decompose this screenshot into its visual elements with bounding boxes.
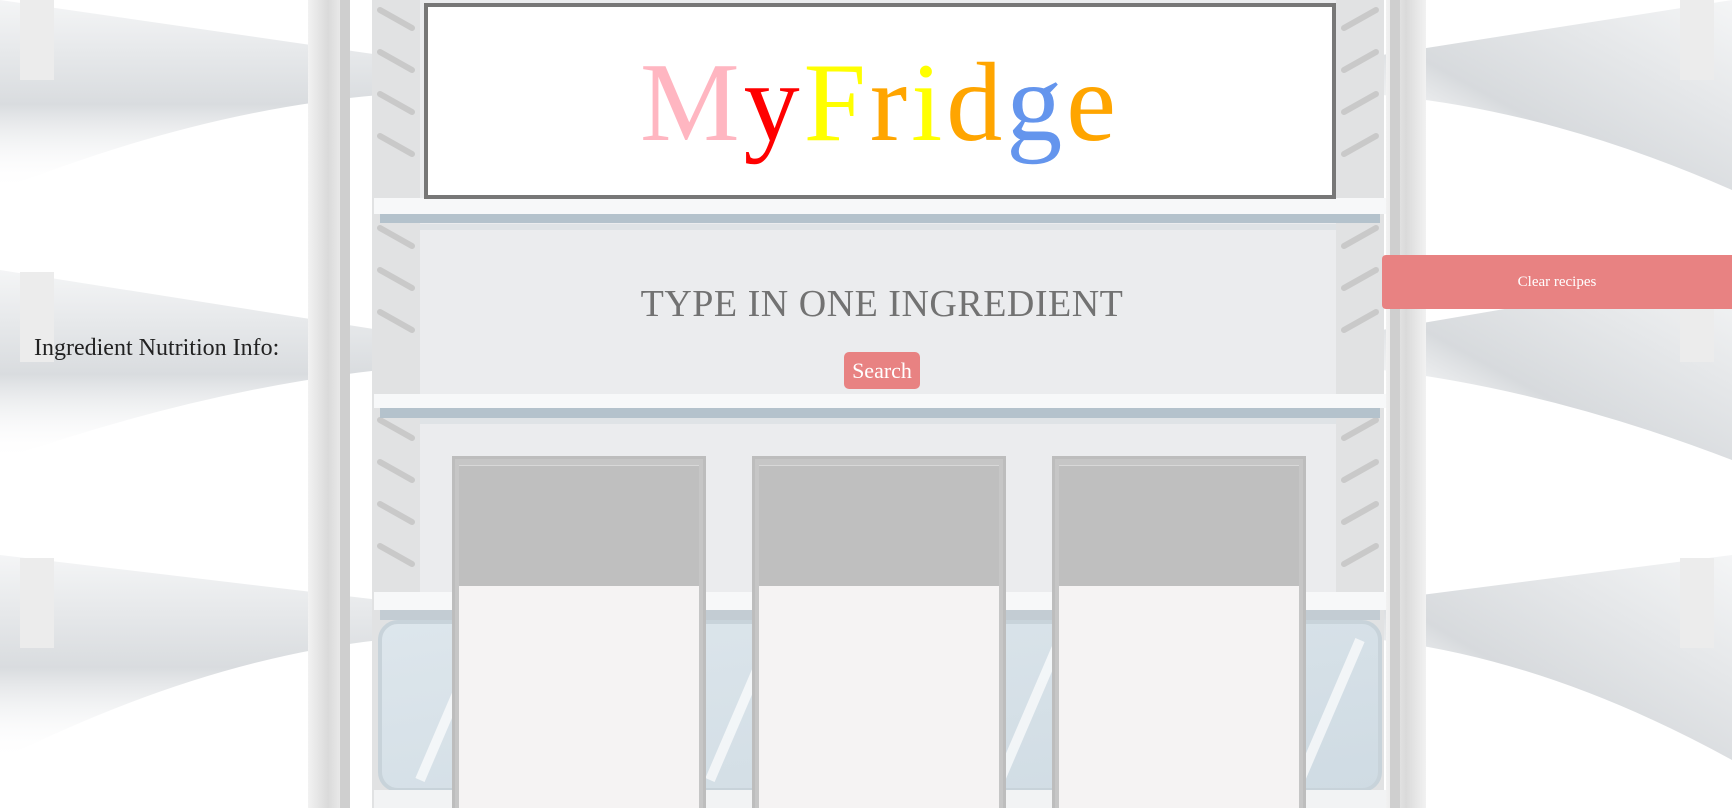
app-logo: MyFridge [640,47,1120,159]
recipe-body [459,586,699,808]
logo-letter: e [1066,41,1121,165]
recipe-image [459,465,699,587]
logo-letter: r [869,41,912,165]
logo-letter: i [911,41,947,165]
logo-letter: M [639,41,744,165]
logo-letter: g [1006,41,1067,165]
clear-recipes-button[interactable]: Clear recipes [1382,255,1732,309]
logo-letter: y [743,41,804,165]
header-title-box: MyFridge [424,3,1336,199]
recipe-body [759,586,999,808]
logo-letter: F [803,41,870,165]
search-button[interactable]: Search [844,352,920,389]
recipe-image [1059,465,1299,587]
recipe-card[interactable] [452,456,706,808]
recipe-card[interactable] [1052,456,1306,808]
logo-letter: d [946,41,1007,165]
recipe-body [1059,586,1299,808]
recipe-card[interactable] [752,456,1006,808]
nutrition-info-label: Ingredient Nutrition Info: [34,335,280,361]
ingredient-prompt: TYPE IN ONE INGREDIENT [640,283,1124,325]
recipe-image [759,465,999,587]
